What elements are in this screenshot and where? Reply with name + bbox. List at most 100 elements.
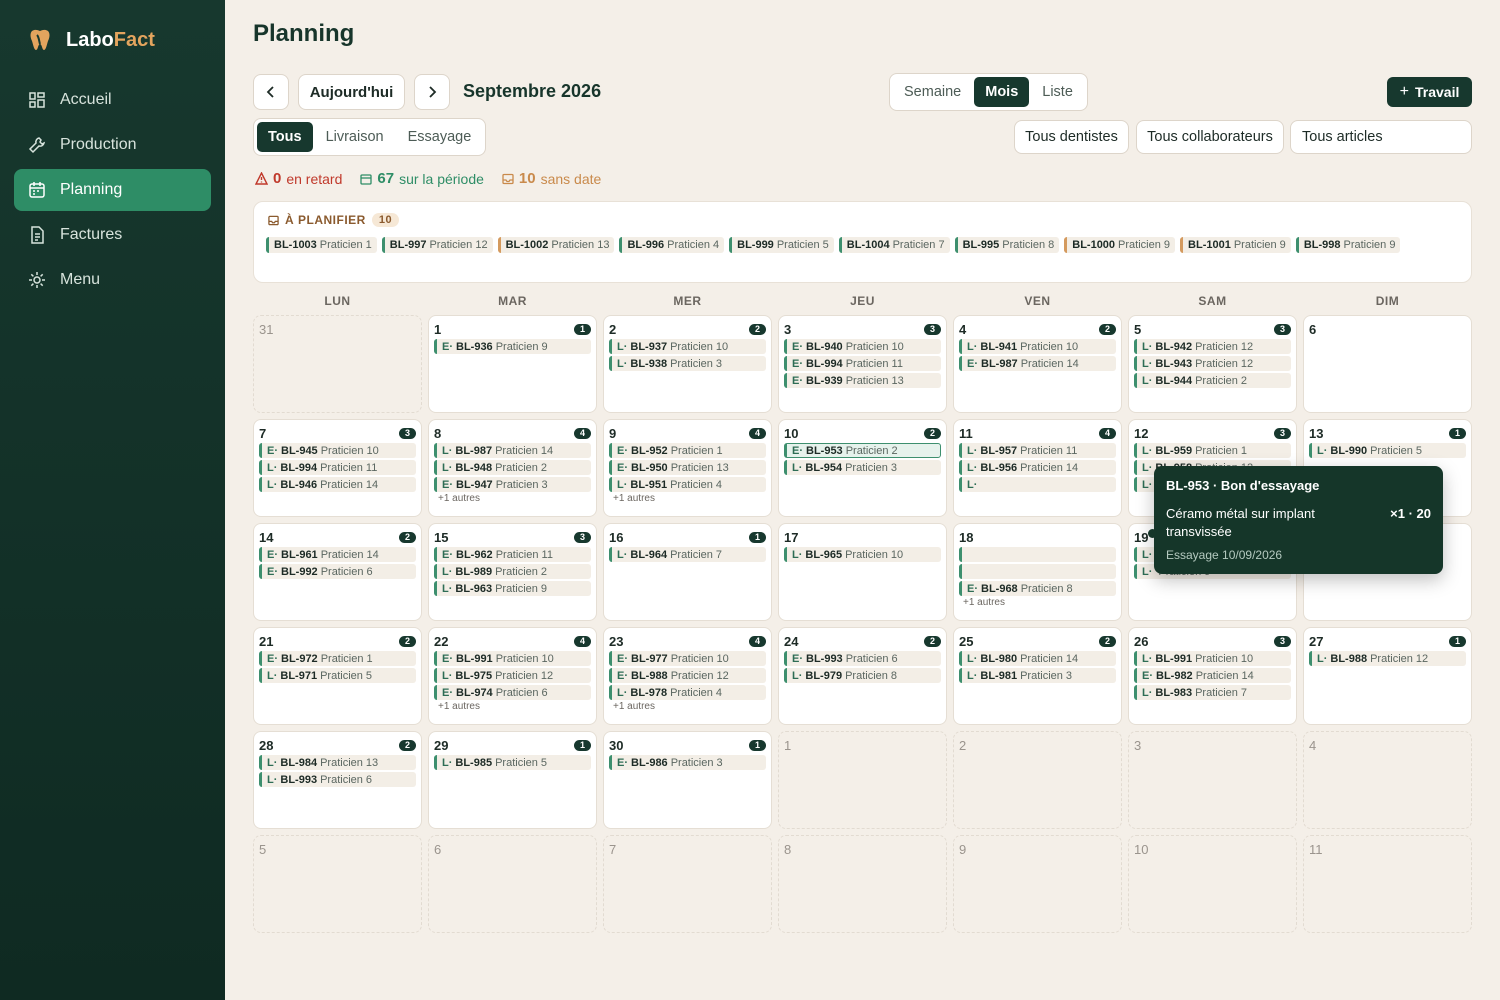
day-cell[interactable]: 17 L· BL-965 Praticien 10 bbox=[778, 523, 947, 621]
job-item[interactable]: L· BL-944 Praticien 2 bbox=[1134, 373, 1291, 388]
job-item[interactable]: L· BL-957 Praticien 11 bbox=[959, 443, 1116, 458]
day-cell[interactable]: 11 bbox=[1303, 835, 1472, 933]
day-cell[interactable]: 27 1 L· BL-988 Praticien 12 bbox=[1303, 627, 1472, 725]
day-cell[interactable]: 11 4 L· BL-957 Praticien 11 L· BL-956 Praticien… bbox=[953, 419, 1122, 517]
day-cell[interactable]: 23 4 E· BL-977 Praticien 10 E· BL-988 Praticien… bbox=[603, 627, 772, 725]
day-cell[interactable]: 3 3 E· BL-940 Praticien 10 E· BL-994 Praticien … bbox=[778, 315, 947, 413]
collaborator-filter-select[interactable]: Tous collaborateurs bbox=[1136, 120, 1284, 154]
brand-logo[interactable]: LaboFact bbox=[26, 26, 155, 54]
job-item[interactable]: L· BL-987 Praticien 14 bbox=[434, 443, 591, 458]
job-item[interactable]: L· BL-954 Praticien 3 bbox=[784, 460, 941, 475]
day-cell[interactable]: 4 bbox=[1303, 731, 1472, 829]
to-plan-chip[interactable]: BL-998 Praticien 9 bbox=[1295, 237, 1401, 253]
job-item[interactable] bbox=[959, 547, 1116, 562]
type-tab-essayage[interactable]: Essayage bbox=[397, 122, 483, 152]
job-item[interactable]: L· BL-938 Praticien 3 bbox=[609, 356, 766, 371]
job-item[interactable]: E· BL-962 Praticien 11 bbox=[434, 547, 591, 562]
job-item[interactable]: L· BL-963 Praticien 9 bbox=[434, 581, 591, 596]
period-stat[interactable]: 67 sur la période bbox=[360, 170, 484, 187]
day-cell[interactable]: 3 bbox=[1128, 731, 1297, 829]
job-item[interactable]: L· BL-994 Praticien 11 bbox=[259, 460, 416, 475]
day-cell[interactable]: 8 bbox=[778, 835, 947, 933]
day-cell[interactable]: 2 bbox=[953, 731, 1122, 829]
day-cell[interactable]: 9 bbox=[953, 835, 1122, 933]
job-item[interactable]: E· BL-974 Praticien 6 bbox=[434, 685, 591, 700]
day-cell[interactable]: 9 4 E· BL-952 Praticien 1 E· BL-950 Praticien 1… bbox=[603, 419, 772, 517]
job-item[interactable]: L· BL-946 Praticien 14 bbox=[259, 477, 416, 492]
day-cell[interactable]: 4 2 L· BL-941 Praticien 10 E· BL-987 Praticien … bbox=[953, 315, 1122, 413]
job-item[interactable]: L· BL-942 Praticien 12 bbox=[1134, 339, 1291, 354]
day-cell[interactable]: 5 3 L· BL-942 Praticien 12 L· BL-943 Praticien … bbox=[1128, 315, 1297, 413]
job-item[interactable]: L· BL-991 Praticien 10 bbox=[1134, 651, 1291, 666]
day-cell[interactable]: 18 E· BL-968 Praticien 8 +1 autres bbox=[953, 523, 1122, 621]
to-plan-chip[interactable]: BL-996 Praticien 4 bbox=[619, 237, 725, 253]
day-cell[interactable]: 6 bbox=[1303, 315, 1472, 413]
day-cell[interactable]: 7 bbox=[603, 835, 772, 933]
day-cell[interactable]: 21 2 E· BL-972 Praticien 1 L· BL-971 Praticien … bbox=[253, 627, 422, 725]
job-item[interactable]: L· BL-984 Praticien 13 bbox=[259, 755, 416, 770]
view-tab-semaine[interactable]: Semaine bbox=[893, 77, 972, 107]
job-item[interactable]: E· BL-994 Praticien 11 bbox=[784, 356, 941, 371]
job-item[interactable]: L· BL-951 Praticien 4 bbox=[609, 477, 766, 492]
more-jobs-link[interactable]: +1 autres bbox=[609, 493, 766, 504]
day-cell[interactable]: 30 1 E· BL-986 Praticien 3 bbox=[603, 731, 772, 829]
more-jobs-link[interactable]: +1 autres bbox=[609, 701, 766, 712]
today-button[interactable]: Aujourd'hui bbox=[298, 74, 405, 110]
day-cell[interactable]: 14 2 E· BL-961 Praticien 14 E· BL-992 Praticien… bbox=[253, 523, 422, 621]
job-item[interactable]: E· BL-936 Praticien 9 bbox=[434, 339, 591, 354]
undated-stat[interactable]: 10 sans date bbox=[502, 170, 601, 187]
job-item[interactable]: L· BL-965 Praticien 10 bbox=[784, 547, 941, 562]
day-cell[interactable]: 1 bbox=[778, 731, 947, 829]
job-item[interactable]: E· BL-950 Praticien 13 bbox=[609, 460, 766, 475]
type-tab-livraison[interactable]: Livraison bbox=[315, 122, 395, 152]
job-item[interactable]: L· BL-981 Praticien 3 bbox=[959, 668, 1116, 683]
day-cell[interactable]: 10 bbox=[1128, 835, 1297, 933]
job-item[interactable]: L· BL-988 Praticien 12 bbox=[1309, 651, 1466, 666]
late-stat[interactable]: 0 en retard bbox=[255, 170, 342, 187]
to-plan-chip[interactable]: BL-1002 Praticien 13 bbox=[497, 237, 615, 253]
job-item[interactable] bbox=[959, 564, 1116, 579]
nav-item-menu[interactable]: Menu bbox=[14, 259, 211, 301]
job-item[interactable]: E· BL-972 Praticien 1 bbox=[259, 651, 416, 666]
more-jobs-link[interactable]: +1 autres bbox=[434, 701, 591, 712]
job-item[interactable]: L· BL-937 Praticien 10 bbox=[609, 339, 766, 354]
job-item[interactable]: L· BL-971 Praticien 5 bbox=[259, 668, 416, 683]
new-job-button[interactable]: + Travail bbox=[1387, 77, 1472, 107]
day-cell[interactable]: 16 1 L· BL-964 Praticien 7 bbox=[603, 523, 772, 621]
job-item[interactable]: E· BL-977 Praticien 10 bbox=[609, 651, 766, 666]
day-cell[interactable]: 29 1 L· BL-985 Praticien 5 bbox=[428, 731, 597, 829]
job-item[interactable]: L· BL-983 Praticien 7 bbox=[1134, 685, 1291, 700]
job-item[interactable]: L· BL-990 Praticien 5 bbox=[1309, 443, 1466, 458]
job-item[interactable]: L· BL-989 Praticien 2 bbox=[434, 564, 591, 579]
job-item[interactable]: L· BL-993 Praticien 6 bbox=[259, 772, 416, 787]
day-cell[interactable]: 31 bbox=[253, 315, 422, 413]
job-item[interactable]: L· BL-979 Praticien 8 bbox=[784, 668, 941, 683]
article-filter-select[interactable]: Tous articles bbox=[1290, 120, 1472, 154]
day-cell[interactable]: 26 3 L· BL-991 Praticien 10 E· BL-982 Praticien… bbox=[1128, 627, 1297, 725]
view-tab-liste[interactable]: Liste bbox=[1031, 77, 1084, 107]
job-item[interactable]: L· bbox=[959, 477, 1116, 492]
more-jobs-link[interactable]: +1 autres bbox=[959, 597, 1116, 608]
day-cell[interactable]: 15 3 E· BL-962 Praticien 11 L· BL-989 Praticien… bbox=[428, 523, 597, 621]
job-item[interactable]: E· BL-952 Praticien 1 bbox=[609, 443, 766, 458]
dentist-filter-select[interactable]: Tous dentistes bbox=[1014, 120, 1129, 154]
job-item[interactable]: E· BL-939 Praticien 13 bbox=[784, 373, 941, 388]
day-cell[interactable]: 10 2 E· BL-953 Praticien 2 L· BL-954 Praticien … bbox=[778, 419, 947, 517]
day-cell[interactable]: 28 2 L· BL-984 Praticien 13 L· BL-993 Praticien… bbox=[253, 731, 422, 829]
nav-item-planning[interactable]: Planning bbox=[14, 169, 211, 211]
job-item[interactable]: E· BL-991 Praticien 10 bbox=[434, 651, 591, 666]
nav-item-accueil[interactable]: Accueil bbox=[14, 79, 211, 121]
nav-item-factures[interactable]: Factures bbox=[14, 214, 211, 256]
job-item[interactable]: E· BL-947 Praticien 3 bbox=[434, 477, 591, 492]
job-item[interactable]: L· BL-964 Praticien 7 bbox=[609, 547, 766, 562]
job-item[interactable]: E· BL-992 Praticien 6 bbox=[259, 564, 416, 579]
day-cell[interactable]: 25 2 L· BL-980 Praticien 14 L· BL-981 Praticien… bbox=[953, 627, 1122, 725]
job-item[interactable]: E· BL-982 Praticien 14 bbox=[1134, 668, 1291, 683]
more-jobs-link[interactable]: +1 autres bbox=[434, 493, 591, 504]
to-plan-chip[interactable]: BL-1004 Praticien 7 bbox=[838, 237, 950, 253]
prev-month-button[interactable] bbox=[253, 74, 289, 110]
day-cell[interactable]: 22 4 E· BL-991 Praticien 10 L· BL-975 Praticien… bbox=[428, 627, 597, 725]
job-item[interactable]: E· BL-940 Praticien 10 bbox=[784, 339, 941, 354]
job-item[interactable]: L· BL-975 Praticien 12 bbox=[434, 668, 591, 683]
day-cell[interactable]: 7 3 E· BL-945 Praticien 10 L· BL-994 Praticien … bbox=[253, 419, 422, 517]
